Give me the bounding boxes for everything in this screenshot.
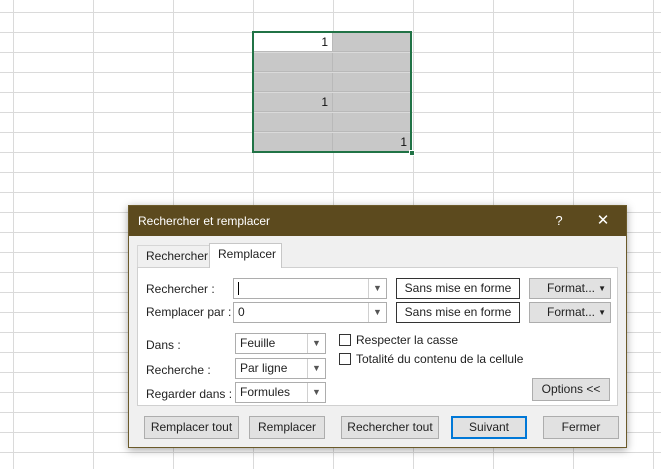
match-case-checkbox[interactable] — [339, 334, 351, 346]
chevron-down-icon[interactable]: ▼ — [307, 359, 325, 378]
within-select[interactable]: Feuille ▼ — [235, 333, 326, 354]
tab-rechercher[interactable]: Rechercher — [137, 245, 210, 267]
replace-format-label: Format... — [547, 305, 596, 319]
close-dialog-button[interactable]: Fermer — [543, 416, 619, 439]
replace-format-button[interactable]: Format... ▼ — [529, 302, 611, 323]
within-label: Dans : — [146, 338, 181, 352]
search-select[interactable]: Par ligne ▼ — [235, 358, 326, 379]
fill-handle[interactable] — [409, 150, 415, 156]
spreadsheet-cell[interactable] — [333, 113, 412, 132]
find-replace-dialog: Rechercher et remplacer ? ✕ Rechercher R… — [128, 205, 627, 448]
match-entire-label: Totalité du contenu de la cellule — [356, 352, 524, 366]
spreadsheet-cell[interactable] — [254, 53, 333, 72]
replace-format-preview: Sans mise en forme — [396, 302, 520, 323]
text-cursor — [238, 282, 239, 296]
find-format-label: Format... — [547, 281, 596, 295]
find-all-button[interactable]: Rechercher tout — [341, 416, 439, 439]
spreadsheet-cell[interactable] — [254, 113, 333, 132]
match-case-label: Respecter la casse — [356, 333, 459, 347]
chevron-down-icon[interactable]: ▼ — [307, 334, 325, 353]
within-value: Feuille — [240, 336, 276, 350]
replace-button[interactable]: Remplacer — [249, 416, 325, 439]
dialog-titlebar[interactable]: Rechercher et remplacer ? ✕ — [129, 206, 626, 236]
lookin-value: Formules — [240, 385, 291, 399]
spreadsheet-cell[interactable] — [254, 73, 333, 92]
chevron-down-icon[interactable]: ▼ — [368, 279, 386, 298]
spreadsheet-cell[interactable] — [333, 33, 412, 52]
replace-value: 0 — [238, 305, 245, 319]
replace-label: Remplacer par : — [146, 305, 232, 319]
match-entire-checkbox[interactable] — [339, 353, 351, 365]
spreadsheet-cell[interactable]: 1 — [333, 133, 412, 152]
spreadsheet-cell[interactable]: 1 — [254, 93, 333, 112]
spreadsheet-cell[interactable] — [333, 73, 412, 92]
find-format-preview: Sans mise en forme — [396, 278, 520, 299]
spreadsheet-cell[interactable] — [254, 133, 333, 152]
chevron-down-icon[interactable]: ▼ — [307, 383, 325, 402]
find-format-button[interactable]: Format... ▼ — [529, 278, 611, 299]
find-label: Rechercher : — [146, 282, 215, 296]
dropdown-arrow-icon: ▼ — [598, 308, 606, 317]
find-next-button[interactable]: Suivant — [451, 416, 527, 439]
replace-tab-panel: Rechercher : ▼ Sans mise en forme Format… — [137, 267, 618, 406]
spreadsheet-cell[interactable] — [333, 53, 412, 72]
dialog-title: Rechercher et remplacer — [138, 214, 271, 228]
search-label: Recherche : — [146, 363, 211, 377]
lookin-select[interactable]: Formules ▼ — [235, 382, 326, 403]
replace-all-button[interactable]: Remplacer tout — [144, 416, 239, 439]
spreadsheet-cell[interactable] — [333, 93, 412, 112]
replace-input[interactable]: 0 ▼ — [233, 302, 387, 323]
options-button[interactable]: Options << — [532, 378, 610, 401]
find-input[interactable]: ▼ — [233, 278, 387, 299]
close-button[interactable]: ✕ — [591, 209, 615, 233]
search-value: Par ligne — [240, 361, 288, 375]
lookin-label: Regarder dans : — [146, 387, 233, 401]
spreadsheet-cell[interactable]: 1 — [254, 33, 333, 52]
help-button[interactable]: ? — [549, 210, 569, 232]
tab-remplacer[interactable]: Remplacer — [209, 243, 282, 268]
chevron-down-icon[interactable]: ▼ — [368, 303, 386, 322]
dropdown-arrow-icon: ▼ — [598, 284, 606, 293]
